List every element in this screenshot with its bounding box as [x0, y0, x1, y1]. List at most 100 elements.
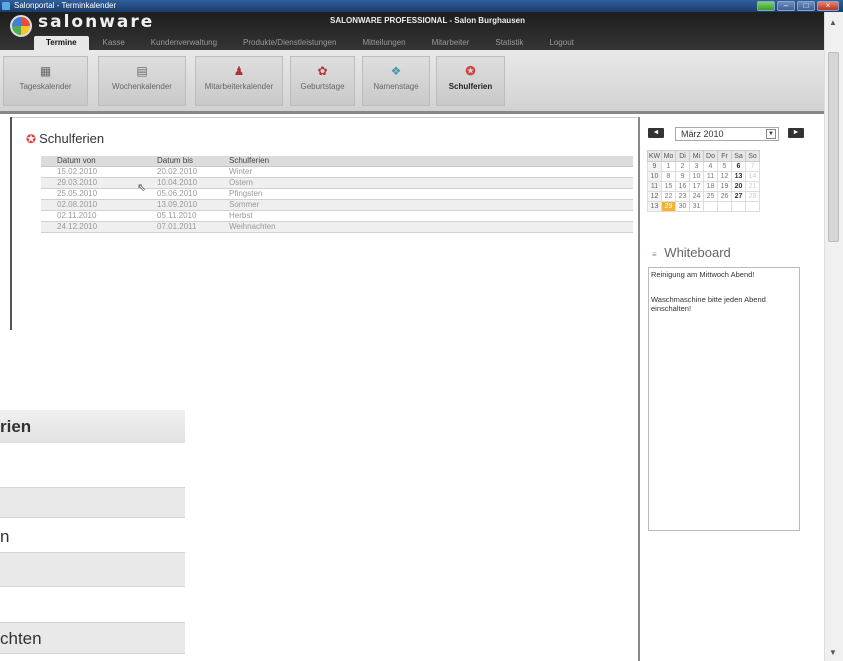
app-icon	[2, 2, 10, 10]
table-row[interactable]: 24.12.2010 07.01.2011 Weihnachten	[41, 221, 633, 233]
calendar-day[interactable]: 6	[731, 161, 746, 172]
zoomed-column-header: rien	[0, 410, 185, 443]
calendar-week-number: 10	[647, 171, 662, 182]
calendar-day[interactable]: 14	[745, 171, 760, 182]
chevron-down-icon: ▼	[766, 129, 776, 139]
staff-icon: ♟	[233, 64, 245, 78]
calendar-day[interactable]: 27	[731, 191, 746, 202]
next-month-button[interactable]: ►	[788, 128, 804, 138]
calendar-day[interactable]: 8	[661, 171, 676, 182]
calendar-day[interactable]: 11	[703, 171, 718, 182]
scroll-down-icon[interactable]: ▼	[829, 648, 837, 657]
calendar-weekday-header: Sa	[731, 150, 746, 162]
scroll-up-icon[interactable]: ▲	[829, 18, 837, 27]
nav-produkte[interactable]: Produkte/Dienstleistungen	[231, 36, 348, 50]
calendar-day[interactable]: 1	[661, 161, 676, 172]
nav-mitarbeiter[interactable]: Mitarbeiter	[420, 36, 482, 50]
bullet-icon: ≡	[652, 250, 657, 259]
calendar-day[interactable]: 26	[717, 191, 732, 202]
nav-termine[interactable]: Termine	[34, 36, 89, 50]
calendar-week-number: 12	[647, 191, 662, 202]
toolbar: ▦ Tageskalender ▤ Wochenkalender ♟ Mitar…	[0, 50, 835, 114]
geburtstage-button[interactable]: ✿ Geburtstage	[290, 56, 355, 106]
main-nav: Termine Kasse Kundenverwaltung Produkte/…	[34, 36, 586, 50]
calendar-day[interactable]: 23	[675, 191, 690, 202]
zoomed-row: chten	[0, 622, 185, 654]
prev-month-button[interactable]: ◄	[648, 128, 664, 138]
calendar-weekday-header: Di	[675, 150, 690, 162]
logo-text: salonware	[38, 12, 155, 32]
calendar-day[interactable]: 5	[717, 161, 732, 172]
zoomed-row	[0, 487, 185, 518]
tageskalender-button[interactable]: ▦ Tageskalender	[3, 56, 88, 106]
month-select[interactable]: März 2010 ▼	[675, 127, 779, 141]
whiteboard-textarea[interactable]: Reinigung am Mittwoch Abend! Waschmaschi…	[648, 267, 800, 531]
app-header: salonware SALONWARE PROFESSIONAL - Salon…	[0, 12, 835, 50]
calendar-week-row: 10 8 9 10 11 12 13 14	[647, 171, 760, 182]
vertical-scrollbar[interactable]: ▲ ▼	[824, 12, 843, 661]
nav-logout[interactable]: Logout	[537, 36, 585, 50]
calendar-day[interactable]: 3	[689, 161, 704, 172]
scroll-thumb[interactable]	[828, 52, 839, 242]
green-icon[interactable]	[757, 1, 775, 11]
calendar-day[interactable]: 2	[675, 161, 690, 172]
calendar-day[interactable]: 19	[717, 181, 732, 192]
logo-icon	[10, 15, 32, 37]
calendar-weekday-header: Mi	[689, 150, 704, 162]
calendar-day[interactable]: 7	[745, 161, 760, 172]
calendar-week-number: 11	[647, 181, 662, 192]
close-button[interactable]: ×	[817, 1, 839, 11]
calendar-day[interactable]: 15	[661, 181, 676, 192]
schulferien-button[interactable]: ✪ Schulferien	[436, 56, 505, 106]
calendar-day[interactable]: 21	[745, 181, 760, 192]
mitarbeiterkalender-button[interactable]: ♟ Mitarbeiterkalender	[195, 56, 283, 106]
namenstage-button[interactable]: ❖ Namenstage	[362, 56, 430, 106]
whiteboard-title: ≡ Whiteboard	[652, 245, 731, 260]
maximize-button[interactable]: □	[797, 1, 815, 11]
minimize-button[interactable]: –	[777, 1, 795, 11]
table-row[interactable]: 02.11.2010 05.11.2010 Herbst	[41, 210, 633, 222]
column-header[interactable]: Datum bis	[141, 156, 213, 167]
calendar-day[interactable]: 18	[703, 181, 718, 192]
nav-statistik[interactable]: Statistik	[483, 36, 535, 50]
zoomed-row	[0, 552, 185, 587]
calendar-day[interactable]: 25	[703, 191, 718, 202]
calendar-day[interactable]: 22	[661, 191, 676, 202]
right-sidebar: ◄ März 2010 ▼ ► KW Mo Di Mi Do Fr Sa So 9123456…	[640, 117, 810, 661]
column-header[interactable]: Datum von	[41, 156, 141, 167]
calendar-header: ◄ März 2010 ▼ ►	[648, 127, 808, 143]
calendar-day	[745, 201, 760, 212]
table-header-row: Datum von Datum bis Schulferien	[41, 156, 633, 167]
calendar-weekday-header: KW	[647, 150, 662, 162]
calendar-day[interactable]: 16	[675, 181, 690, 192]
table-row[interactable]: 29.03.2010 10.04.2010 Ostern	[41, 177, 633, 189]
calendar-day[interactable]: 28	[745, 191, 760, 202]
calendar-day[interactable]: 10	[689, 171, 704, 182]
gift-icon: ✿	[317, 64, 328, 78]
table-row[interactable]: 15.02.2010 20.02.2010 Winter	[41, 166, 633, 178]
table-row[interactable]: 25.05.2010 05.06.2010 Pfingsten	[41, 188, 633, 200]
mini-calendar: KW Mo Di Mi Do Fr Sa So 9 1 2 3 4 5 6 7 10 8 9 10 11 12 13 14 1…	[647, 150, 760, 212]
calendar-week-number: 9	[647, 161, 662, 172]
table-row[interactable]: 02.08.2010 13.09.2010 Sommer	[41, 199, 633, 211]
nav-mitteilungen[interactable]: Mitteilungen	[350, 36, 417, 50]
calendar-week-row: 13 29 30 31	[647, 201, 760, 212]
calendar-day[interactable]: 4	[703, 161, 718, 172]
calendar-day-icon: ▦	[39, 64, 52, 78]
wochenkalender-button[interactable]: ▤ Wochenkalender	[98, 56, 186, 106]
zoomed-row	[0, 443, 185, 476]
calendar-day[interactable]: 9	[675, 171, 690, 182]
calendar-day[interactable]: 17	[689, 181, 704, 192]
calendar-day[interactable]: 31	[689, 201, 704, 212]
whiteboard-note: Waschmaschine bitte jeden Abend einschal…	[651, 295, 766, 313]
calendar-day[interactable]: 20	[731, 181, 746, 192]
calendar-day	[731, 201, 746, 212]
column-header[interactable]: Schulferien	[213, 156, 633, 167]
calendar-day[interactable]: 13	[731, 171, 746, 182]
calendar-day[interactable]: 29	[661, 201, 676, 212]
calendar-day[interactable]: 24	[689, 191, 704, 202]
nav-kundenverwaltung[interactable]: Kundenverwaltung	[139, 36, 229, 50]
calendar-day[interactable]: 30	[675, 201, 690, 212]
nav-kasse[interactable]: Kasse	[91, 36, 137, 50]
calendar-day[interactable]: 12	[717, 171, 732, 182]
